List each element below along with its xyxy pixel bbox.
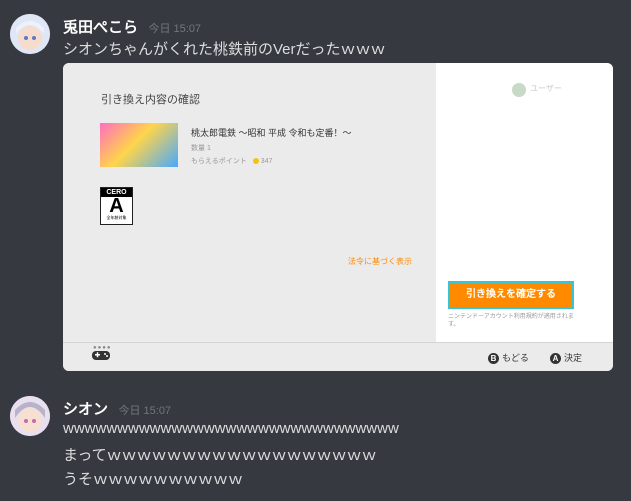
cero-letter: A — [109, 195, 124, 217]
avatar[interactable] — [10, 396, 50, 436]
user-avatar-icon — [512, 83, 526, 97]
message-text: wwwwwwwwwwwwwwwwwwwwwwwwwwwwwww — [63, 420, 399, 437]
username[interactable]: 兎田ぺこら — [63, 19, 138, 36]
ok-hint[interactable]: A 決定 — [550, 351, 583, 365]
b-button-icon: B — [488, 353, 499, 365]
timestamp: 今日 15:07 — [148, 23, 202, 35]
message-text: シオンちゃんがくれた桃鉄前のVerだったｗｗｗ — [63, 41, 386, 58]
legal-notice-link[interactable]: 法令に基づく表示 — [348, 256, 412, 267]
section-title: 引き換え内容の確認 — [101, 94, 200, 106]
message-text: まってｗｗｗｗｗｗｗｗｗｗｗｗｗｗｗｗｗｗ — [63, 447, 377, 464]
account-terms-note: ニンテンドーアカウント利用規約が適用されます。 — [448, 314, 574, 328]
points-value: 347 — [260, 158, 273, 165]
controller-icon — [91, 348, 111, 367]
coin-icon — [252, 158, 259, 165]
cero-bottom-text: 全年齢対象 — [106, 215, 127, 220]
points-label: もらえるポイント — [191, 158, 247, 165]
back-hint[interactable]: B もどる — [488, 351, 529, 365]
points-row: もらえるポイント 347 — [191, 156, 272, 166]
button-hint-bar: ●●●● B もどる A 決定 — [63, 342, 613, 371]
cero-rating-badge: CERO A 全年齢対象 — [100, 187, 133, 225]
game-title: 桃太郎電鉄 ～昭和 平成 令和も定番！～ — [191, 128, 352, 138]
username[interactable]: シオン — [63, 401, 108, 418]
game-thumbnail — [100, 123, 178, 167]
ok-label: 決定 — [564, 353, 583, 363]
confirm-panel: ユーザー 引き換えを確定する ニンテンドーアカウント利用規約が適用されます。 — [436, 63, 613, 342]
redeem-details-panel: 引き換え内容の確認 桃太郎電鉄 ～昭和 平成 令和も定番！～ 数量 1 もらえる… — [63, 63, 436, 342]
confirm-redeem-button[interactable]: 引き換えを確定する — [448, 281, 574, 309]
avatar[interactable] — [10, 14, 50, 54]
quantity: 数量 1 — [191, 145, 211, 152]
message-text: うそｗｗｗｗｗｗｗｗｗｗ — [63, 471, 244, 488]
a-button-icon: A — [550, 353, 561, 365]
user-name: ユーザー — [530, 84, 562, 93]
embedded-screenshot[interactable]: 引き換え内容の確認 桃太郎電鉄 ～昭和 平成 令和も定番！～ 数量 1 もらえる… — [63, 63, 613, 371]
back-label: もどる — [502, 353, 529, 363]
timestamp: 今日 15:07 — [118, 405, 172, 417]
